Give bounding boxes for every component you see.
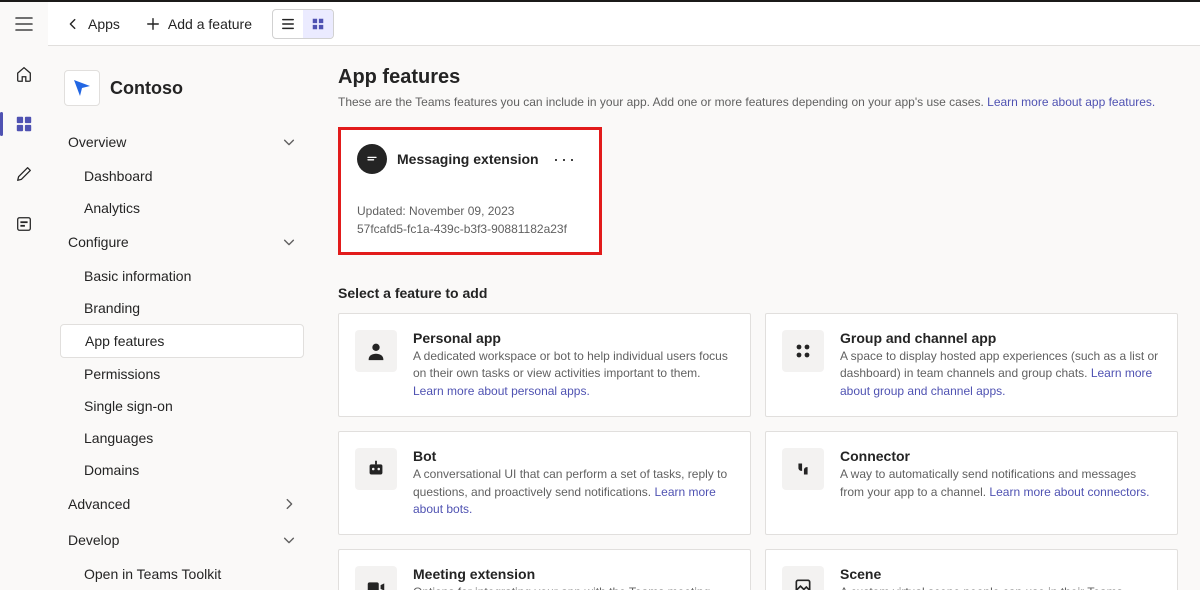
select-feature-heading: Select a feature to add [338,285,1178,301]
nav-section-develop[interactable]: Develop [60,522,304,558]
rail-home[interactable] [0,58,48,90]
existing-id: 57fcafd5-fc1a-439c-b3f3-90881182a23f [357,220,583,238]
hamburger-icon[interactable] [0,8,48,40]
left-icon-rail [0,2,48,590]
page-subtitle-link[interactable]: Learn more about app features. [987,95,1155,109]
rail-edit[interactable] [0,158,48,190]
page-subtitle-text: These are the Teams features you can inc… [338,95,984,109]
page-subtitle: These are the Teams features you can inc… [338,95,1178,109]
nav-section-configure[interactable]: Configure [60,224,304,260]
rail-cards[interactable] [0,208,48,240]
breadcrumb-label: Apps [88,16,120,32]
nav-item-branding[interactable]: Branding [60,292,304,324]
more-icon[interactable]: ··· [547,148,583,171]
video-icon [355,566,397,590]
existing-feature-title: Messaging extension [397,151,547,167]
feature-card-title: Meeting extension [413,566,734,582]
brand-name: Contoso [110,78,183,99]
view-toggle [272,9,334,39]
feature-card-desc: A space to display hosted app experience… [840,348,1161,400]
feature-card-group-and-channel-app[interactable]: Group and channel app A space to display … [765,313,1178,417]
feature-card-bot[interactable]: Bot A conversational UI that can perform … [338,431,751,535]
feature-card-desc: Options for integrating your app with th… [413,584,734,590]
feature-card-title: Scene [840,566,1161,582]
brand-header: Contoso [60,66,304,124]
chat-icon [357,144,387,174]
feature-card-scene[interactable]: Scene A custom virtual scene people can u… [765,549,1178,590]
feature-card-title: Bot [413,448,734,464]
grid-view-button[interactable] [303,10,333,38]
brand-logo [64,70,100,106]
page-title: App features [338,66,1178,89]
toolbar: Apps Add a feature [48,2,1200,46]
person-icon [355,330,397,372]
nav-item-analytics[interactable]: Analytics [60,192,304,224]
nav-item-domains[interactable]: Domains [60,454,304,486]
nav-item-single-sign-on[interactable]: Single sign-on [60,390,304,422]
nav-item-permissions[interactable]: Permissions [60,358,304,390]
chevron-down-icon [282,235,296,249]
sidebar: Contoso Overview DashboardAnalytics Config… [48,46,316,590]
feature-card-title: Group and channel app [840,330,1161,346]
feature-card-title: Personal app [413,330,734,346]
nav-item-dashboard[interactable]: Dashboard [60,160,304,192]
nav-item-languages[interactable]: Languages [60,422,304,454]
existing-updated: Updated: November 09, 2023 [357,202,583,220]
bot-icon [355,448,397,490]
nav-item-basic-information[interactable]: Basic information [60,260,304,292]
feature-card-link[interactable]: Learn more about personal apps. [413,384,590,398]
feature-card-desc: A dedicated workspace or bot to help ind… [413,348,734,400]
scene-icon [782,566,824,590]
nav-section-label: Develop [68,532,119,548]
nav-section-label: Overview [68,134,126,150]
chevron-down-icon [282,533,296,547]
main-content: App features These are the Teams feature… [316,46,1200,590]
list-view-button[interactable] [273,10,303,38]
chevron-down-icon [282,497,296,511]
connector-icon [782,448,824,490]
add-feature-label: Add a feature [168,16,252,32]
feature-card-link[interactable]: Learn more about connectors. [989,485,1149,499]
chevron-down-icon [282,135,296,149]
feature-card-desc: A conversational UI that can perform a s… [413,466,734,518]
rail-apps[interactable] [0,108,48,140]
add-feature-button[interactable]: Add a feature [140,12,258,36]
nav-section-advanced[interactable]: Advanced [60,486,304,522]
feature-card-desc: A custom virtual scene people can use in… [840,584,1161,590]
nav-item-app-features[interactable]: App features [60,324,304,358]
nav-item-open-in-teams-toolkit[interactable]: Open in Teams Toolkit [60,558,304,590]
existing-feature-card[interactable]: Messaging extension ··· Updated: Novembe… [338,127,602,255]
nav-section-overview[interactable]: Overview [60,124,304,160]
feature-card-meeting-extension[interactable]: Meeting extension Options for integrating… [338,549,751,590]
feature-card-personal-app[interactable]: Personal app A dedicated workspace or bot… [338,313,751,417]
feature-card-grid: Personal app A dedicated workspace or bot… [338,313,1178,590]
nav-section-label: Configure [68,234,129,250]
feature-card-connector[interactable]: Connector A way to automatically send not… [765,431,1178,535]
grid4-icon [782,330,824,372]
feature-card-desc: A way to automatically send notification… [840,466,1161,501]
back-button[interactable]: Apps [60,12,126,36]
nav-section-label: Advanced [68,496,130,512]
feature-card-title: Connector [840,448,1161,464]
